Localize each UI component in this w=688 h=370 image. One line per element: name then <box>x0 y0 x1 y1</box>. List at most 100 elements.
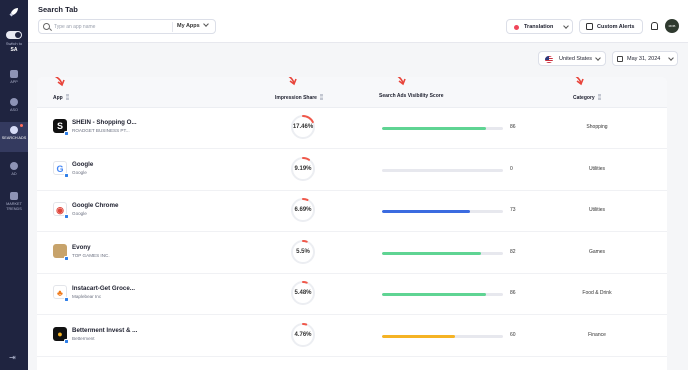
app-store-badge-icon <box>64 131 69 136</box>
switch-toggle[interactable] <box>6 31 22 39</box>
chevron-down-icon <box>668 55 674 61</box>
country-label: United States <box>559 56 593 62</box>
market-trends-icon <box>10 192 18 200</box>
impression-share-value: 6.69% <box>294 207 312 213</box>
page-title: Search Tab <box>38 5 78 14</box>
divider <box>172 22 173 32</box>
ad-icon <box>10 162 18 170</box>
chevron-down-icon <box>595 55 601 61</box>
sidebar-item-ad[interactable]: AD <box>0 160 28 182</box>
custom-alerts-button[interactable]: Custom Alerts <box>579 19 643 34</box>
header: Search Tab My Apps Translation Custom Al… <box>28 0 688 43</box>
notification-dot <box>20 124 23 127</box>
impression-share-value: 9.19% <box>294 165 312 172</box>
visibility-score-bar <box>382 210 503 213</box>
category-label: Utilities <box>588 207 606 213</box>
app-store-badge-icon <box>64 338 69 344</box>
search-ads-icon <box>10 126 18 134</box>
alert-icon <box>586 23 593 30</box>
sidebar-item-app[interactable]: APP <box>0 68 28 90</box>
app-name[interactable]: SHEIN - Shopping O... <box>72 119 137 126</box>
column-label: Impression Share <box>275 95 317 101</box>
column-header-impression-share[interactable]: Impression Share <box>275 93 323 101</box>
date-picker[interactable]: May 31, 2024 <box>612 51 678 66</box>
sidebar-item-label: SEARCH ADS <box>1 136 27 140</box>
column-header-visibility-score[interactable]: Search Ads Visibility Score <box>379 93 443 99</box>
column-header-app[interactable]: App <box>53 93 69 101</box>
impression-share-value: 5.48% <box>294 290 312 296</box>
bell-icon[interactable] <box>651 22 658 30</box>
search-box[interactable]: My Apps <box>38 19 216 34</box>
app-developer: ROADGET BUSINESS PT... <box>72 128 130 133</box>
annotation-arrow-icon <box>575 77 584 86</box>
sort-icon[interactable] <box>65 94 69 100</box>
rocket-logo-icon[interactable] <box>8 6 20 18</box>
visibility-score-bar <box>382 127 503 130</box>
visibility-score-fill <box>382 251 482 255</box>
app-icon <box>10 70 18 78</box>
date-label: May 31, 2024 <box>627 56 661 62</box>
app-name[interactable]: Instacart-Get Groce... <box>72 285 135 292</box>
table-row[interactable]: ♣ Instacart-Get Groce... Maplebear Inc 5.48… <box>37 274 667 315</box>
column-label: App <box>53 95 63 101</box>
visibility-score-value: 0 <box>510 165 513 172</box>
impression-share-ring: 17.46% <box>289 113 317 141</box>
app-developer: TOP GAMES INC. <box>72 252 110 258</box>
app-developer: Maplebear Inc <box>72 294 102 299</box>
visibility-score-fill <box>382 127 487 130</box>
sidebar-item-label: AD <box>11 172 17 176</box>
column-header-category[interactable]: Category <box>573 93 601 101</box>
sidebar-item-market-trends[interactable]: MARKET TRENDS <box>0 190 28 216</box>
sort-icon[interactable] <box>597 94 601 100</box>
translation-dropdown[interactable]: Translation <box>506 19 573 34</box>
visibility-score-value: 86 <box>510 124 516 130</box>
category-label: Utilities <box>588 165 606 172</box>
collapse-sidebar-icon[interactable]: ⇥ <box>9 353 16 362</box>
avatar[interactable]: MOB <box>665 19 679 33</box>
calendar-icon <box>617 55 623 62</box>
visibility-score-bar <box>382 293 503 296</box>
search-input[interactable] <box>54 22 170 32</box>
app-developer: Google <box>72 169 87 175</box>
sidebar-item-search-ads[interactable]: SEARCH ADS <box>0 122 28 152</box>
annotation-arrow-icon <box>397 77 406 86</box>
aso-icon <box>10 98 18 106</box>
us-flag-icon <box>545 55 553 63</box>
visibility-score-fill <box>382 210 471 213</box>
category-label: Games <box>588 248 606 255</box>
country-dropdown[interactable]: United States <box>538 51 606 66</box>
sidebar-item-label: APP <box>10 80 18 84</box>
app-name[interactable]: Google <box>72 161 93 168</box>
apps-table: App Impression Share Search Ads Visibili… <box>37 77 667 370</box>
switch-label: Switch to <box>5 41 23 46</box>
impression-share-value: 5.5% <box>296 248 310 255</box>
category-label: Food & Drink <box>582 290 612 296</box>
app-store-badge-icon <box>64 214 69 219</box>
visibility-score-value: 73 <box>510 207 516 213</box>
app-name[interactable]: Betterment Invest & ... <box>72 327 137 334</box>
search-icon <box>43 23 50 30</box>
sidebar-item-aso[interactable]: ASO <box>0 96 28 118</box>
app-name[interactable]: Evony <box>72 244 91 251</box>
sidebar-item-label: MARKET TRENDS <box>6 202 22 211</box>
status-dot <box>514 25 519 30</box>
impression-share-ring: 9.19% <box>289 155 317 183</box>
impression-share-ring: 6.69% <box>289 196 317 224</box>
table-row[interactable]: ● Betterment Invest & ... Betterment 4.76% 6… <box>37 316 667 357</box>
sidebar: Switch to SA APP ASO SEARCH ADS AD MARKE… <box>0 0 28 370</box>
app-name[interactable]: Google Chrome <box>72 202 118 209</box>
table-row[interactable]: S SHEIN - Shopping O... ROADGET BUSINESS P… <box>37 108 667 149</box>
sidebar-item-label: ASO <box>9 108 19 112</box>
my-apps-dropdown[interactable]: My Apps <box>177 20 209 29</box>
category-label: Finance <box>588 331 606 338</box>
app-store-badge-icon <box>64 255 69 261</box>
app-developer: Betterment <box>72 335 95 341</box>
annotation-arrow-icon <box>54 77 65 87</box>
visibility-score-value: 82 <box>510 248 516 255</box>
table-row[interactable]: ◉ Google Chrome Google 6.69% 73 Utilities <box>37 191 667 232</box>
visibility-score-value: 60 <box>510 331 516 338</box>
table-row[interactable]: G Google Google 9.19% 0 Utilities <box>37 150 667 191</box>
switch-value: SA <box>10 47 18 53</box>
table-row[interactable]: Evony TOP GAMES INC. 5.5% 82 Games <box>37 233 667 274</box>
sort-icon[interactable] <box>319 94 323 100</box>
